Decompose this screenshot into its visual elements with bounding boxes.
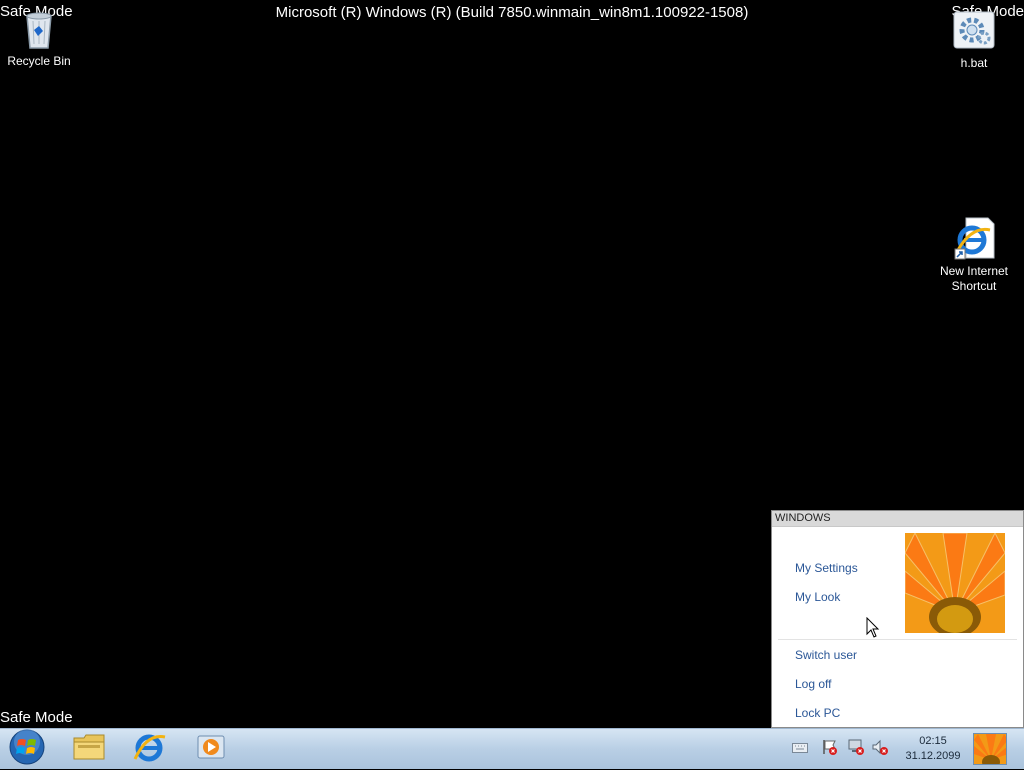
action-center-flag-icon <box>821 738 839 761</box>
user-account-panel: WINDOWS My Settings My Look Switch user … <box>771 510 1024 728</box>
windows-start-orb-icon <box>9 728 45 770</box>
taskbar-internet-explorer-button[interactable] <box>125 731 175 767</box>
taskbar-media-player-button[interactable] <box>186 731 236 767</box>
taskbar: 02:15 31.12.2099 <box>0 728 1024 769</box>
desktop-icon-label: Recycle Bin <box>7 54 71 68</box>
keyboard-icon <box>792 740 808 758</box>
file-explorer-icon <box>72 732 106 767</box>
panel-header: WINDOWS <box>772 511 1023 527</box>
mouse-cursor-icon <box>866 616 880 644</box>
clock-time: 02:15 <box>919 735 947 747</box>
switch-user-link[interactable]: Switch user <box>795 648 857 662</box>
tray-network-button[interactable] <box>846 739 866 759</box>
internet-explorer-icon <box>952 216 996 260</box>
clock-date: 31.12.2099 <box>905 750 961 762</box>
desktop-icon-h-bat[interactable]: h.bat <box>934 8 1014 71</box>
desktop-icon-new-internet-shortcut[interactable]: New Internet Shortcut <box>934 216 1014 294</box>
recycle-bin-icon <box>17 6 61 50</box>
start-button[interactable] <box>2 728 52 770</box>
internet-explorer-icon <box>133 731 167 768</box>
safe-mode-label-bottom-left: Safe Mode <box>0 709 73 726</box>
taskbar-explorer-button[interactable] <box>64 731 114 767</box>
user-account-picture[interactable] <box>905 533 1005 633</box>
tray-action-center-button[interactable] <box>820 739 840 759</box>
my-settings-link[interactable]: My Settings <box>795 561 858 575</box>
build-version-text: Microsoft (R) Windows (R) (Build 7850.wi… <box>275 4 749 21</box>
lock-pc-link[interactable]: Lock PC <box>795 706 840 720</box>
taskbar-clock[interactable]: 02:15 31.12.2099 <box>896 734 970 764</box>
log-off-link[interactable]: Log off <box>795 677 831 691</box>
network-icon <box>847 738 865 761</box>
panel-separator <box>778 639 1017 640</box>
my-look-link[interactable]: My Look <box>795 590 840 604</box>
taskbar-user-picture-button[interactable] <box>973 733 1007 765</box>
tray-keyboard-button[interactable] <box>790 739 810 759</box>
desktop-icon-recycle-bin[interactable]: Recycle Bin <box>0 6 79 69</box>
desktop-icon-label: New Internet Shortcut <box>939 264 1009 293</box>
desktop-icon-label: h.bat <box>960 56 988 70</box>
batch-file-gear-icon <box>952 8 996 52</box>
tray-volume-button[interactable] <box>870 739 890 759</box>
volume-muted-icon <box>871 738 889 761</box>
media-player-icon <box>196 734 226 765</box>
